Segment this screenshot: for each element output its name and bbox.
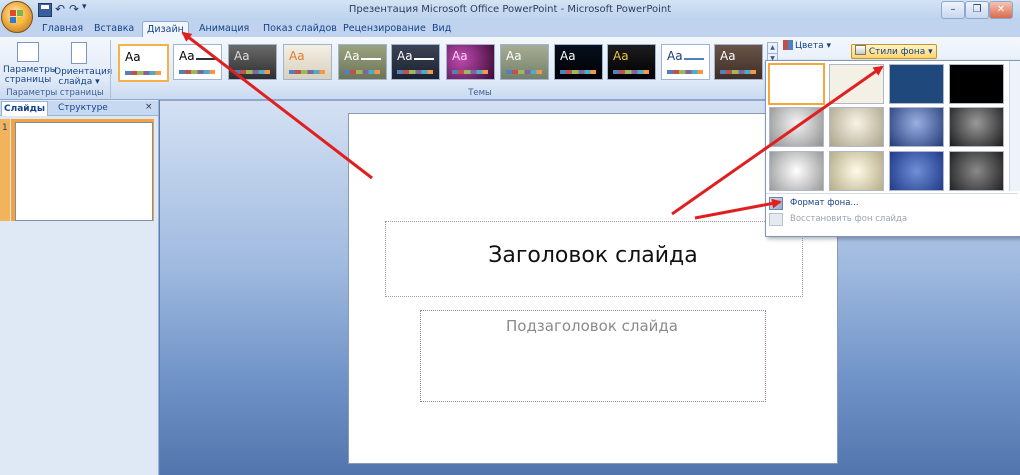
theme-sample-text: Aa bbox=[667, 49, 683, 63]
theme-sample-text: Aa bbox=[613, 49, 629, 63]
tab-slideshow[interactable]: Показ слайдов bbox=[259, 21, 341, 36]
slide-thumbnail[interactable] bbox=[15, 122, 153, 221]
theme-10[interactable]: Aa bbox=[607, 44, 656, 80]
customize-qat-icon[interactable]: ▾ bbox=[82, 2, 87, 12]
theme-4[interactable]: Aa bbox=[283, 44, 332, 80]
theme-5[interactable]: Aa bbox=[338, 44, 387, 80]
format-background-icon bbox=[769, 197, 783, 210]
background-style-10[interactable] bbox=[829, 151, 884, 191]
tab-view[interactable]: Вид bbox=[428, 21, 455, 36]
save-icon[interactable] bbox=[38, 3, 52, 17]
background-styles-icon bbox=[855, 45, 866, 55]
orientation-icon bbox=[71, 42, 87, 64]
reset-background-icon bbox=[769, 213, 783, 226]
background-styles-label: Стили фона ▾ bbox=[868, 47, 933, 57]
theme-sample-text: Aa bbox=[344, 49, 360, 63]
redo-icon[interactable]: ↷ bbox=[69, 2, 79, 16]
theme-9[interactable]: Aa bbox=[554, 44, 603, 80]
group-separator bbox=[110, 40, 111, 98]
theme-office[interactable]: Aa bbox=[118, 44, 169, 82]
orientation-label: Ориентация слайда ▾ bbox=[54, 67, 113, 87]
background-style-6[interactable] bbox=[829, 107, 884, 147]
restore-button[interactable]: ❐ bbox=[965, 1, 989, 19]
theme-sample-text: Aa bbox=[506, 49, 522, 63]
theme-colors-icon bbox=[783, 40, 793, 50]
slide-number: 1 bbox=[2, 123, 8, 133]
theme-sample-text: Aa bbox=[125, 50, 141, 64]
tab-slides[interactable]: Слайды bbox=[1, 101, 48, 116]
background-style-5[interactable] bbox=[769, 107, 824, 147]
background-style-3[interactable] bbox=[889, 64, 944, 104]
close-pane-icon[interactable]: × bbox=[145, 102, 153, 112]
theme-sample-text: Aa bbox=[289, 49, 305, 63]
page-setup-label: Параметры страницы bbox=[3, 65, 57, 85]
background-style-12[interactable] bbox=[949, 151, 1004, 191]
theme-sample-text: Aa bbox=[452, 49, 468, 63]
background-style-8[interactable] bbox=[949, 107, 1004, 147]
theme-3[interactable]: Aa bbox=[228, 44, 277, 80]
theme-11[interactable]: Aa bbox=[661, 44, 710, 80]
tab-insert[interactable]: Вставка bbox=[90, 21, 138, 36]
slide-title[interactable]: Заголовок слайда bbox=[385, 243, 801, 268]
office-logo-icon bbox=[10, 10, 24, 24]
reset-background-menu-item: Восстановить фон слайда bbox=[790, 214, 908, 224]
format-background-menu-item[interactable]: Формат фона... bbox=[790, 197, 859, 209]
background-style-11[interactable] bbox=[889, 151, 944, 191]
background-style-1[interactable] bbox=[768, 63, 825, 105]
themes-group-label: Темы bbox=[468, 88, 492, 98]
page-setup-button[interactable]: Параметры страницы bbox=[3, 40, 57, 86]
background-style-9[interactable] bbox=[769, 151, 824, 191]
tab-home[interactable]: Главная bbox=[38, 21, 87, 36]
theme-2[interactable]: Aa bbox=[173, 44, 222, 80]
page-setup-group-label: Параметры страницы bbox=[6, 88, 104, 98]
tab-review[interactable]: Рецензирование bbox=[339, 21, 430, 36]
slide-subtitle[interactable]: Подзаголовок слайда bbox=[420, 317, 764, 335]
undo-icon[interactable]: ↶ bbox=[55, 2, 65, 16]
theme-6[interactable]: Aa bbox=[391, 44, 440, 80]
dropdown-scrollbar[interactable] bbox=[1009, 61, 1020, 191]
theme-sample-text: Aa bbox=[179, 49, 195, 63]
tab-design[interactable]: Дизайн bbox=[142, 21, 189, 37]
close-button[interactable]: ✕ bbox=[989, 1, 1013, 19]
theme-sample-text: Aa bbox=[234, 49, 250, 63]
background-style-4[interactable] bbox=[949, 64, 1004, 104]
theme-8[interactable]: Aa bbox=[500, 44, 549, 80]
theme-colors-button[interactable]: Цвета ▾ bbox=[783, 40, 831, 51]
theme-sample-text: Aa bbox=[397, 49, 413, 63]
tab-outline[interactable]: Структуре bbox=[56, 101, 110, 115]
minimize-button[interactable]: – bbox=[941, 1, 965, 19]
theme-colors-label: Цвета ▾ bbox=[795, 41, 831, 51]
theme-7[interactable]: Aa bbox=[446, 44, 495, 80]
theme-12[interactable]: Aa bbox=[714, 44, 763, 80]
slide-orientation-button[interactable]: Ориентация слайда ▾ bbox=[54, 40, 112, 87]
background-style-7[interactable] bbox=[889, 107, 944, 147]
tab-animation[interactable]: Анимация bbox=[195, 21, 253, 36]
background-styles-button[interactable]: Стили фона ▾ bbox=[851, 44, 937, 59]
window-title: Презентация Microsoft Office PowerPoint … bbox=[348, 4, 672, 15]
office-button[interactable] bbox=[1, 1, 33, 33]
theme-sample-text: Aa bbox=[720, 49, 736, 63]
thumbnail-highlight-strip bbox=[0, 119, 10, 221]
page-setup-icon bbox=[17, 42, 39, 62]
theme-sample-text: Aa bbox=[560, 49, 576, 63]
background-style-2[interactable] bbox=[829, 64, 884, 104]
dropdown-separator bbox=[766, 193, 1018, 194]
